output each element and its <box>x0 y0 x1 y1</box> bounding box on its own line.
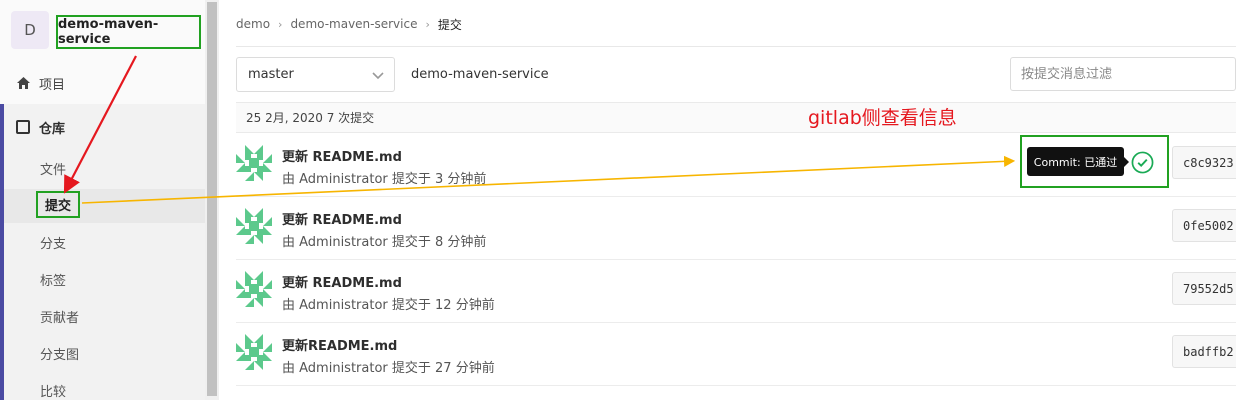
branch-dropdown-value: master <box>248 67 294 82</box>
commit-filter-input[interactable] <box>1010 57 1236 91</box>
identicon-avatar[interactable] <box>236 145 272 181</box>
divider <box>236 46 1236 47</box>
commit-sha[interactable]: c8c9323 <box>1172 146 1236 179</box>
commit-sha[interactable]: 0fe5002 <box>1172 209 1236 242</box>
sidebar-item-tags[interactable]: 标签 <box>40 269 66 289</box>
sidebar-item-files[interactable]: 文件 <box>40 158 66 178</box>
sidebar-scrollbar[interactable] <box>205 0 219 400</box>
pipeline-status-highlight: Commit: 已通过 <box>1020 135 1169 188</box>
sidebar-item-repository[interactable]: 仓库 <box>16 116 65 138</box>
chevron-right-icon: › <box>278 17 283 31</box>
chevron-right-icon: › <box>425 17 430 31</box>
sidebar-item-label: 仓库 <box>39 121 66 137</box>
commit-meta: 由 Administrator 提交于 12 分钟前 <box>282 298 495 313</box>
identicon-avatar[interactable] <box>236 334 272 370</box>
commit-sha[interactable]: 79552d5 <box>1172 272 1236 305</box>
project-name[interactable]: demo-maven-service <box>56 15 201 49</box>
commit-meta: 由 Administrator 提交于 8 分钟前 <box>282 235 487 250</box>
sidebar-item-project[interactable]: 项目 <box>16 72 65 94</box>
breadcrumb-current[interactable]: 提交 <box>438 16 462 33</box>
breadcrumb: demo › demo-maven-service › 提交 <box>236 14 462 34</box>
identicon-avatar[interactable] <box>236 208 272 244</box>
sidebar-item-contributors[interactable]: 贡献者 <box>40 306 79 326</box>
home-icon <box>16 76 30 90</box>
breadcrumb-project[interactable]: demo-maven-service <box>290 17 417 31</box>
commit-day-header: 25 2月, 2020 7 次提交 <box>236 102 1236 133</box>
scrollbar-thumb[interactable] <box>207 2 217 396</box>
commit-title[interactable]: 更新 README.md <box>282 209 402 228</box>
branch-dropdown[interactable]: master <box>236 57 395 92</box>
commit-row[interactable]: 更新 README.md 由 Administrator 提交于 8 分钟前 0fe… <box>236 197 1236 260</box>
identicon-avatar[interactable] <box>236 271 272 307</box>
annotation-text: gitlab侧查看信息 <box>808 107 957 129</box>
commit-row[interactable]: 更新README.md 由 Administrator 提交于 27 分钟前 bad… <box>236 323 1236 386</box>
commit-row[interactable]: 更新 README.md 由 Administrator 提交于 12 分钟前 79… <box>236 260 1236 323</box>
commit-sha[interactable]: badffb2 <box>1172 335 1236 368</box>
sidebar-item-graph[interactable]: 分支图 <box>40 343 79 363</box>
commit-meta: 由 Administrator 提交于 3 分钟前 <box>282 172 487 187</box>
commit-title[interactable]: 更新 README.md <box>282 272 402 291</box>
commit-title[interactable]: 更新README.md <box>282 335 397 354</box>
commit-title[interactable]: 更新 README.md <box>282 146 402 165</box>
sidebar-item-branches[interactable]: 分支 <box>40 232 66 252</box>
pipeline-passed-icon[interactable] <box>1131 151 1154 174</box>
project-avatar[interactable]: D <box>11 11 49 49</box>
sidebar: D demo-maven-service 项目 仓库 文件 提交 分支 标签 贡… <box>0 0 205 400</box>
sidebar-item-commits[interactable]: 提交 <box>36 191 80 218</box>
chevron-down-icon <box>372 72 384 80</box>
commit-meta: 由 Administrator 提交于 27 分钟前 <box>282 361 495 376</box>
sidebar-item-compare[interactable]: 比较 <box>40 380 66 400</box>
sidebar-item-label: 项目 <box>39 77 66 93</box>
pipeline-tooltip: Commit: 已通过 <box>1027 147 1129 176</box>
breadcrumb-group[interactable]: demo <box>236 17 270 31</box>
document-icon <box>16 120 30 134</box>
project-path[interactable]: demo-maven-service <box>411 64 549 84</box>
